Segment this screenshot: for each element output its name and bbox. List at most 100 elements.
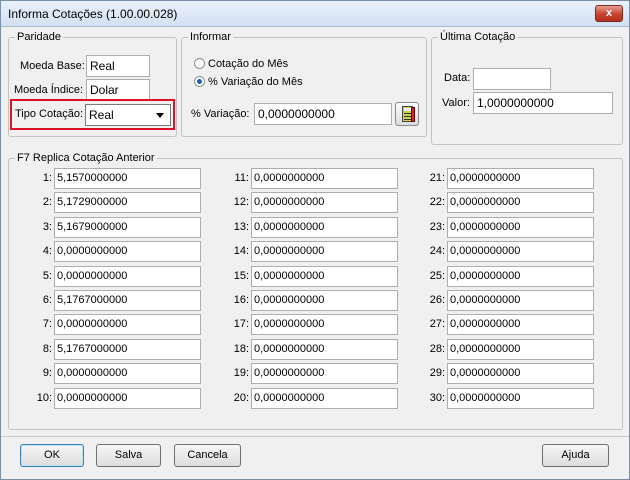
replica-row-field[interactable]: 5,1729000000 (54, 192, 201, 214)
replica-row: 3: 5,1679000000 (24, 216, 204, 239)
replica-row-field[interactable]: 0,0000000000 (54, 314, 201, 336)
replica-row-field[interactable]: 0,0000000000 (447, 363, 594, 385)
replica-row: 17: 0,0000000000 (221, 314, 401, 336)
replica-row-field[interactable]: 0,0000000000 (251, 241, 398, 263)
replica-row: 10: 0,0000000000 (24, 387, 204, 410)
replica-row: 1: 5,1570000000 (24, 168, 204, 190)
replica-row-label: 30: (429, 391, 445, 404)
ultima-cotacao-legend: Última Cotação (440, 31, 516, 43)
salva-button[interactable]: Salva (96, 444, 161, 467)
replica-row-field[interactable]: 0,0000000000 (54, 363, 201, 385)
replica-row: 25: 0,0000000000 (417, 265, 597, 288)
radio-variacao-mes[interactable]: % Variação do Mês (194, 76, 303, 90)
replica-row-field[interactable]: 0,0000000000 (251, 363, 398, 385)
replica-row-field[interactable]: 0,0000000000 (447, 387, 594, 409)
radio-unchecked-icon (194, 58, 205, 69)
replica-row-field[interactable]: 0,0000000000 (251, 387, 398, 409)
replica-row-label: 18: (233, 342, 249, 355)
replica-row: 20: 0,0000000000 (221, 387, 401, 410)
radio-variacao-mes-label: % Variação do Mês (208, 76, 303, 88)
replica-row-label: 8: (42, 342, 52, 355)
replica-row-label: 22: (429, 196, 445, 209)
replica-row-label: 3: (42, 220, 52, 233)
replica-row-field[interactable]: 0,0000000000 (54, 387, 201, 409)
calculator-button[interactable] (395, 102, 419, 126)
replica-row: 13: 0,0000000000 (221, 216, 401, 239)
replica-row-label: 26: (429, 294, 445, 306)
replica-row-field[interactable]: 0,0000000000 (447, 192, 594, 214)
replica-row: 18: 0,0000000000 (221, 338, 401, 361)
replica-row-field[interactable]: 0,0000000000 (447, 216, 594, 238)
replica-row: 8: 5,1767000000 (24, 338, 204, 361)
radio-cotacao-mes[interactable]: Cotação do Mês (194, 58, 288, 72)
replica-row-label: 14: (233, 245, 249, 258)
replica-row-field[interactable]: 0,0000000000 (251, 290, 398, 311)
tipo-cotacao-select[interactable]: Real (85, 104, 171, 126)
replica-row-field[interactable]: 5,1679000000 (54, 216, 201, 238)
replica-row: 9: 0,0000000000 (24, 363, 204, 385)
moeda-indice-label: Moeda Índice: (14, 84, 84, 96)
moeda-base-field[interactable]: Real (86, 55, 150, 77)
replica-row-field[interactable]: 0,0000000000 (447, 241, 594, 263)
replica-row-field[interactable]: 0,0000000000 (54, 241, 201, 263)
variacao-field[interactable]: 0,0000000000 (254, 103, 392, 125)
replica-row-label: 6: (42, 294, 52, 306)
replica-row: 12: 0,0000000000 (221, 192, 401, 214)
replica-row-field[interactable]: 0,0000000000 (447, 314, 594, 336)
replica-row-label: 21: (429, 172, 445, 184)
replica-row-label: 29: (429, 367, 445, 380)
replica-row: 11: 0,0000000000 (221, 168, 401, 190)
replica-row-label: 10: (36, 391, 52, 404)
replica-row-field[interactable]: 0,0000000000 (447, 265, 594, 287)
tipo-cotacao-label: Tipo Cotação: (15, 108, 84, 120)
replica-row-field[interactable]: 0,0000000000 (251, 265, 398, 287)
dialog-window: Informa Cotações (1.00.00.028) x Paridad… (0, 0, 630, 480)
replica-row: 29: 0,0000000000 (417, 363, 597, 385)
replica-row: 21: 0,0000000000 (417, 168, 597, 190)
replica-row-field[interactable]: 0,0000000000 (251, 168, 398, 189)
replica-row: 2: 5,1729000000 (24, 192, 204, 214)
replica-row-field[interactable]: 0,0000000000 (447, 168, 594, 189)
replica-row: 27: 0,0000000000 (417, 314, 597, 336)
replica-row: 5: 0,0000000000 (24, 265, 204, 288)
ajuda-button[interactable]: Ajuda (542, 444, 609, 467)
moeda-indice-field[interactable]: Dolar (86, 79, 150, 101)
chevron-down-icon (156, 113, 164, 118)
cancela-button[interactable]: Cancela (174, 444, 241, 467)
window-title: Informa Cotações (1.00.00.028) (8, 7, 178, 21)
replica-row-label: 7: (42, 318, 52, 331)
close-button[interactable]: x (595, 5, 623, 22)
replica-row: 16: 0,0000000000 (221, 290, 401, 312)
replica-row-field[interactable]: 5,1570000000 (54, 168, 201, 189)
replica-row-label: 27: (429, 318, 445, 331)
replica-row: 7: 0,0000000000 (24, 314, 204, 336)
informar-legend: Informar (190, 31, 231, 43)
replica-row: 26: 0,0000000000 (417, 290, 597, 312)
replica-row-field[interactable]: 0,0000000000 (251, 216, 398, 238)
data-field[interactable] (473, 68, 551, 90)
replica-row-field[interactable]: 0,0000000000 (251, 338, 398, 360)
replica-row-field[interactable]: 0,0000000000 (54, 265, 201, 287)
replica-row-field[interactable]: 0,0000000000 (251, 314, 398, 336)
replica-row: 15: 0,0000000000 (221, 265, 401, 288)
replica-row-label: 1: (42, 172, 52, 184)
replica-row-label: 19: (233, 367, 249, 380)
replica-row-label: 20: (233, 391, 249, 404)
replica-row-field[interactable]: 0,0000000000 (251, 192, 398, 214)
replica-row: 28: 0,0000000000 (417, 338, 597, 361)
variacao-label: % Variação: (191, 108, 250, 120)
replica-row: 22: 0,0000000000 (417, 192, 597, 214)
ok-button[interactable]: OK (20, 444, 84, 467)
replica-row-label: 4: (42, 245, 52, 258)
replica-row-label: 16: (233, 294, 249, 306)
radio-cotacao-mes-label: Cotação do Mês (208, 58, 289, 70)
replica-row-label: 12: (233, 196, 249, 209)
replica-row-label: 2: (42, 196, 52, 209)
tipo-cotacao-value: Real (89, 108, 114, 122)
replica-row-field[interactable]: 5,1767000000 (54, 290, 201, 311)
replica-row-field[interactable]: 0,0000000000 (447, 290, 594, 311)
replica-row-label: 25: (429, 269, 445, 282)
replica-row-field[interactable]: 0,0000000000 (447, 338, 594, 360)
replica-row-field[interactable]: 5,1767000000 (54, 338, 201, 360)
valor-field[interactable]: 1,0000000000 (473, 92, 613, 114)
